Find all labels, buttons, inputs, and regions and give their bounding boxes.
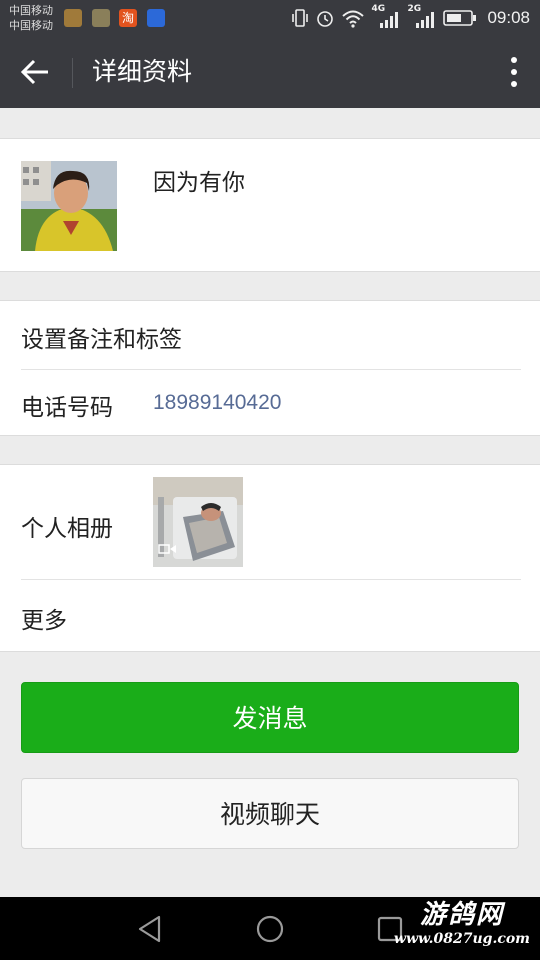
signal-4g: 4G	[371, 4, 401, 30]
carrier-2: 中国移动	[9, 19, 53, 32]
status-indicators: 4G 2G 09:08	[291, 4, 530, 30]
album-label: 个人相册	[21, 516, 113, 542]
nav-back-icon[interactable]	[136, 914, 164, 944]
phone-label: 电话号码	[21, 395, 113, 421]
battery-icon	[443, 10, 477, 26]
watermark: 游鸽网 www.0827ug.com	[394, 900, 530, 948]
remark-row[interactable]: 设置备注和标签	[0, 301, 540, 369]
info-section: 设置备注和标签 电话号码 18989140420	[0, 300, 540, 436]
album-section: 个人相册 更多	[0, 464, 540, 652]
phone-row[interactable]: 电话号码 18989140420	[0, 370, 540, 435]
phone-number-link[interactable]: 18989140420	[153, 391, 281, 415]
album-row[interactable]: 个人相册	[0, 465, 540, 579]
nav-home-icon[interactable]	[255, 914, 285, 944]
send-message-button[interactable]: 发消息	[21, 682, 519, 753]
nickname: 因为有你	[153, 170, 245, 196]
watermark-url: www.0827ug.com	[393, 931, 530, 947]
clock: 09:08	[487, 8, 530, 27]
carrier-info: 中国移动 中国移动	[9, 3, 53, 33]
wifi-icon	[342, 10, 365, 28]
app-notification-icon	[64, 9, 82, 27]
baidu-icon	[147, 9, 165, 27]
vibrate-icon	[292, 9, 309, 27]
more-row[interactable]: 更多	[0, 580, 540, 651]
title-bar: 详细资料	[0, 36, 540, 108]
title-divider	[72, 58, 73, 88]
avatar[interactable]	[21, 161, 117, 251]
more-label: 更多	[21, 608, 67, 634]
alarm-icon	[317, 11, 334, 27]
album-thumbnail[interactable]	[153, 477, 243, 567]
gallery-notification-icon	[92, 9, 110, 27]
page-title: 详细资料	[92, 57, 193, 86]
status-bar: 中国移动 中国移动 淘 4G 2G 09:08	[0, 0, 540, 36]
remark-label: 设置备注和标签	[21, 327, 182, 353]
profile-card[interactable]: 因为有你	[0, 138, 540, 272]
video-chat-button[interactable]: 视频聊天	[21, 778, 519, 849]
signal-icon	[416, 12, 435, 28]
carrier-1: 中国移动	[9, 4, 53, 17]
back-arrow-icon[interactable]	[16, 54, 56, 90]
taobao-icon: 淘	[119, 9, 137, 27]
signal-icon	[380, 12, 399, 28]
signal-2g: 2G	[407, 4, 437, 30]
system-nav-bar: 游鸽网 www.0827ug.com	[0, 897, 540, 960]
more-options-icon[interactable]	[502, 52, 526, 92]
watermark-brand: 游鸽网	[419, 900, 504, 930]
